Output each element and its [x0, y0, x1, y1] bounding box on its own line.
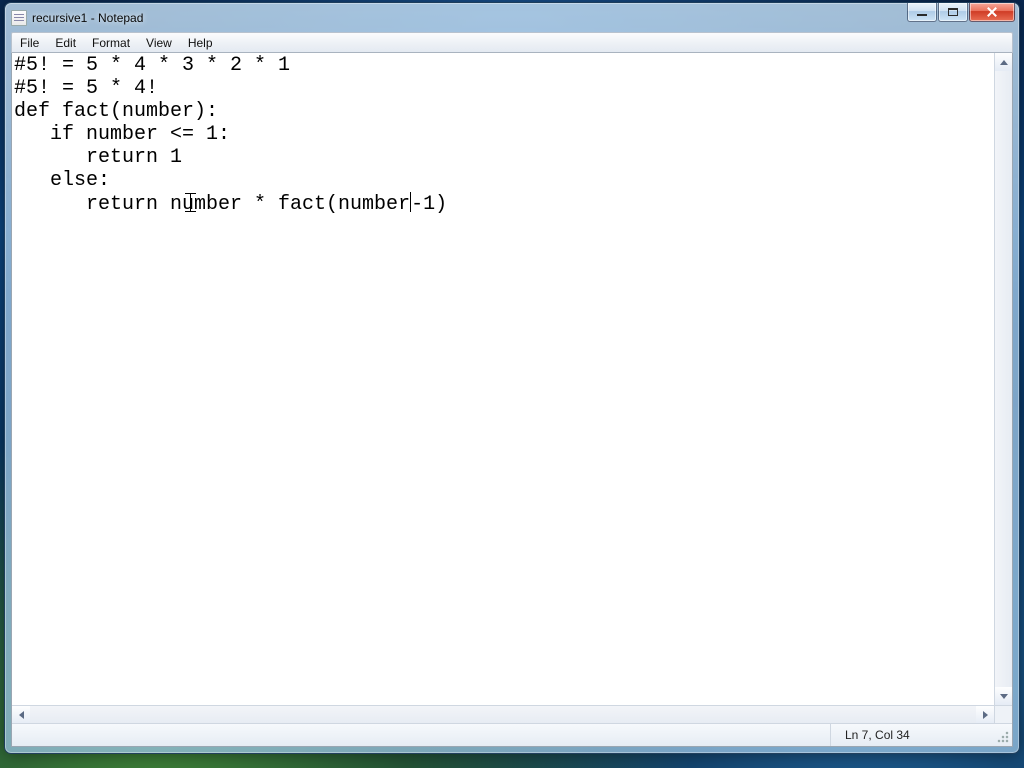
vertical-scrollbar[interactable] — [994, 53, 1012, 705]
horizontal-scroll-track[interactable] — [30, 706, 976, 723]
horizontal-scrollbar[interactable] — [12, 705, 994, 723]
notepad-app-icon — [11, 10, 27, 26]
scroll-down-button[interactable] — [995, 687, 1012, 705]
menu-edit[interactable]: Edit — [47, 33, 84, 52]
chevron-down-icon — [1000, 694, 1008, 699]
titlebar[interactable]: recursive1 - Notepad — [5, 3, 1019, 32]
statusbar: Ln 7, Col 34 — [12, 723, 1012, 746]
scroll-up-button[interactable] — [995, 53, 1012, 71]
menu-file[interactable]: File — [12, 33, 47, 52]
status-cursor-position: Ln 7, Col 34 — [830, 724, 990, 746]
scroll-left-button[interactable] — [12, 706, 30, 723]
notepad-window: recursive1 - Notepad File Edit Format Vi… — [4, 2, 1020, 754]
scrollbar-corner — [994, 705, 1012, 723]
resize-grip-icon[interactable] — [990, 724, 1012, 746]
chevron-up-icon — [1000, 60, 1008, 65]
chevron-left-icon — [19, 711, 24, 719]
menu-view[interactable]: View — [138, 33, 180, 52]
text-editor[interactable]: #5! = 5 * 4 * 3 * 2 * 1 #5! = 5 * 4! def… — [12, 53, 994, 705]
vertical-scroll-track[interactable] — [995, 71, 1012, 687]
close-button[interactable] — [969, 3, 1015, 22]
caption-buttons — [907, 3, 1015, 22]
maximize-button[interactable] — [938, 3, 968, 22]
editor-viewport: #5! = 5 * 4 * 3 * 2 * 1 #5! = 5 * 4! def… — [12, 53, 1012, 723]
minimize-icon — [917, 14, 927, 16]
chevron-right-icon — [983, 711, 988, 719]
close-icon — [986, 6, 998, 18]
menubar: File Edit Format View Help — [11, 32, 1013, 53]
menu-help[interactable]: Help — [180, 33, 221, 52]
maximize-icon — [948, 8, 958, 16]
menu-format[interactable]: Format — [84, 33, 138, 52]
scroll-right-button[interactable] — [976, 706, 994, 723]
client-area: #5! = 5 * 4 * 3 * 2 * 1 #5! = 5 * 4! def… — [11, 53, 1013, 747]
window-title: recursive1 - Notepad — [32, 11, 143, 25]
minimize-button[interactable] — [907, 3, 937, 22]
